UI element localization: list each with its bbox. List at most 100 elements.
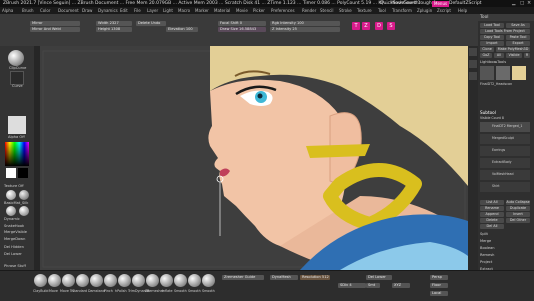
secondary-color-swatch[interactable] (18, 168, 28, 178)
dynamesh-button[interactable]: DynaMesh (270, 275, 298, 280)
material-reflect-icon[interactable] (19, 190, 29, 200)
material-silk-icon[interactable] (6, 190, 16, 200)
menu-picker[interactable]: Picker (253, 8, 265, 13)
save-as-button[interactable]: Save As (506, 23, 530, 28)
clone-button[interactable]: Clone (480, 47, 494, 52)
right-tray[interactable] (468, 46, 478, 270)
rgb-intensity-slider[interactable]: Rgb Intensity 100 (270, 21, 340, 26)
del-lower-button[interactable]: Del Lower (4, 252, 22, 256)
z-intensity-slider[interactable]: Z Intensity 25 (270, 27, 340, 32)
xyz-button[interactable]: XYZ (392, 283, 410, 288)
remesh-section[interactable]: Remesh (480, 253, 494, 257)
delete-button[interactable]: Delete (480, 218, 504, 223)
merge-section[interactable]: Merge (480, 239, 491, 243)
menu-stroke[interactable]: Stroke (339, 8, 352, 13)
toggle-t-button[interactable]: T (352, 22, 360, 30)
lightbox-tools-link[interactable]: Lightbox▸Tools (480, 60, 506, 64)
paste-tool-button[interactable]: Paste Tool (506, 35, 530, 40)
primary-color-swatch[interactable] (6, 168, 16, 178)
load-tools-project-button[interactable]: Load Tools From Project (480, 29, 530, 34)
del-hidden-button[interactable]: Del Hidden (4, 245, 24, 249)
smt-button[interactable]: Smt (366, 283, 380, 288)
quicksave-button[interactable]: QuickSave (380, 1, 404, 6)
mirror-button[interactable]: Mirror (30, 21, 80, 26)
standard-brush-icon[interactable] (76, 274, 89, 287)
r-button[interactable]: R (524, 53, 530, 58)
menu-render[interactable]: Render (302, 8, 316, 13)
delete-undo-button[interactable]: Delete Undo (136, 21, 166, 26)
menu-help[interactable]: Help (458, 8, 467, 13)
pinch-brush-icon[interactable] (104, 274, 117, 287)
menu-stencil[interactable]: Stencil (320, 8, 334, 13)
move-brush-icon[interactable] (48, 274, 61, 287)
subtool-item-shirt[interactable] (480, 182, 530, 192)
scroll-icon[interactable] (469, 72, 477, 80)
tool-thumbnail-1[interactable] (480, 66, 494, 80)
brush-preset-1-icon[interactable] (6, 206, 16, 216)
menu-dynamics[interactable]: Dynamics (98, 8, 118, 13)
menu-document[interactable]: Document (58, 8, 79, 13)
floor-button[interactable]: Floor (430, 283, 448, 288)
load-tool-button[interactable]: Load Tool (480, 23, 504, 28)
mirror-weld-button[interactable]: Mirror And Weld (30, 27, 80, 32)
tool-thumbnail-2[interactable] (496, 66, 510, 80)
phrase-stuff-button[interactable]: Phrase Stuff (4, 264, 26, 268)
menu-macro[interactable]: Macro (178, 8, 190, 13)
menu-material[interactable]: Material (214, 8, 230, 13)
close-icon[interactable]: × (527, 0, 531, 6)
resolution-slider[interactable]: Resolution 512 (300, 275, 330, 280)
smooth-brush-3-icon[interactable] (202, 274, 215, 287)
insert-button[interactable]: Insert (506, 212, 530, 217)
width-field[interactable]: Width 2327 (96, 21, 132, 26)
sculpt-viewport[interactable] (40, 46, 468, 270)
draw-size-slider[interactable]: Draw Size 16.58843 (218, 27, 266, 32)
project-section[interactable]: Project (480, 260, 492, 264)
menu-preferences[interactable]: Preferences (271, 8, 295, 13)
menu-light[interactable]: Light (163, 8, 173, 13)
damstand-brush-icon[interactable] (90, 274, 103, 287)
boolean-section[interactable]: Boolean (480, 246, 495, 250)
persp-button[interactable]: Persp (430, 275, 448, 280)
split-section[interactable]: Split (480, 232, 488, 236)
menu-color[interactable]: Color (40, 8, 50, 13)
del-other-button[interactable]: Del Other (506, 218, 530, 223)
local-button[interactable]: Local (430, 291, 448, 296)
append-button[interactable]: Append (480, 212, 504, 217)
menu-alpha[interactable]: Alpha (2, 8, 13, 13)
list-all-button[interactable]: List All (480, 200, 504, 205)
claybuild-brush-icon[interactable] (34, 274, 47, 287)
menu-zplugin[interactable]: Zplugin (417, 8, 432, 13)
goz-button[interactable]: GoZ (480, 53, 492, 58)
brush-preset-2-icon[interactable] (19, 206, 29, 216)
move-tri-brush-icon[interactable] (62, 274, 75, 287)
sdiv-slider[interactable]: SDiv 4 (338, 283, 366, 288)
export-button[interactable]: Export (506, 41, 530, 46)
duplicate-button[interactable]: Duplicate (506, 206, 530, 211)
toggle-z-button[interactable]: Z (362, 22, 370, 30)
menu-edit[interactable]: Edit (120, 8, 128, 13)
menu-draw[interactable]: Draw (82, 8, 92, 13)
toggle-d-button[interactable]: D (375, 22, 383, 30)
del-all-button[interactable]: Del All (480, 224, 504, 229)
trimdynamic-brush-icon[interactable] (132, 274, 145, 287)
merge-down-button[interactable]: MergeDown (4, 237, 25, 241)
menu-brush[interactable]: Brush (22, 8, 34, 13)
elevation-slider[interactable]: Elevation 100 (166, 27, 198, 32)
smooth-brush-1-icon[interactable] (174, 274, 187, 287)
spix-icon[interactable] (469, 60, 477, 68)
bpr-icon[interactable] (469, 48, 477, 56)
zremesher-guide-button[interactable]: Zremesher Guide (222, 275, 264, 280)
default-zscript-button[interactable]: DefaultZScript (449, 1, 482, 6)
rename-button[interactable]: Rename (480, 206, 504, 211)
inflate-brush-icon[interactable] (160, 274, 173, 287)
maximize-icon[interactable]: □ (520, 1, 524, 6)
menu-file[interactable]: File (134, 8, 141, 13)
all-button[interactable]: All (494, 53, 504, 58)
subtool-section-title[interactable]: Subtool (480, 110, 496, 115)
height-field[interactable]: Height 1308 (96, 27, 132, 32)
clipcurve-brush-icon[interactable] (8, 50, 24, 66)
menu-transform[interactable]: Transform (392, 8, 412, 13)
menu-texture[interactable]: Texture (357, 8, 372, 13)
menus-button[interactable]: Menus (432, 0, 450, 7)
make-polymesh-button[interactable]: Make PolyMesh3D (496, 47, 530, 52)
